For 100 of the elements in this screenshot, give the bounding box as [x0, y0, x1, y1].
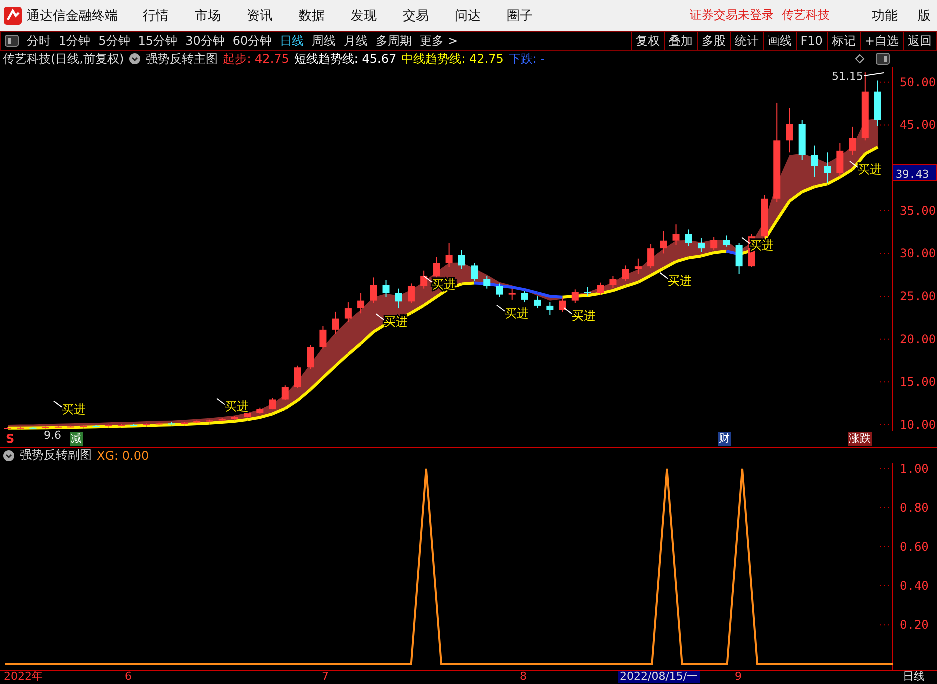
candlestick: [622, 265, 630, 282]
indicator-readout: : 0.00: [114, 448, 150, 462]
toolbar-button[interactable]: 标记: [826, 32, 860, 50]
candlestick: [634, 258, 642, 275]
candlestick: [584, 286, 592, 298]
candlestick: [546, 302, 554, 316]
indicator-readout: 下跌: -: [508, 50, 546, 68]
toolbar-button[interactable]: 返回: [903, 32, 936, 50]
date-axis-label: 8: [520, 671, 527, 683]
current-price-tag: 39.43: [892, 164, 937, 182]
period-tab[interactable]: 更多 >: [416, 32, 462, 50]
candlestick: [282, 385, 289, 401]
menu-item[interactable]: 版: [904, 6, 937, 24]
candlestick: [370, 277, 378, 304]
toolbar-button[interactable]: 统计: [730, 32, 763, 50]
app-title: 通达信金融终端: [27, 8, 118, 24]
toolbar-button[interactable]: 多股: [696, 32, 730, 50]
dropdown-icon[interactable]: [129, 53, 142, 65]
menu-item[interactable]: 圈子: [494, 6, 546, 24]
candlestick: [836, 142, 844, 178]
period-tab[interactable]: 1分钟: [55, 32, 95, 50]
menu-item[interactable]: 问达: [442, 6, 494, 24]
panel-toggle-icon[interactable]: [5, 35, 19, 47]
period-tab[interactable]: 分时: [23, 32, 55, 50]
candlestick: [294, 365, 302, 389]
candlestick: [610, 275, 617, 288]
candlestick: [648, 244, 655, 269]
buy-signal: 买进: [660, 272, 692, 288]
candlestick: [559, 298, 566, 312]
period-tab[interactable]: 60分钟: [228, 32, 276, 50]
period-tab[interactable]: 周线: [308, 32, 340, 50]
candlestick: [269, 398, 276, 410]
menu-item[interactable]: 资讯: [234, 6, 286, 24]
buy-signal: 买进: [564, 307, 596, 323]
candlestick: [849, 126, 856, 156]
candlestick: [685, 229, 692, 246]
date-axis-label: 6: [125, 671, 132, 683]
indicator-name[interactable]: 强势反转主图: [146, 50, 218, 68]
candlestick: [307, 344, 314, 370]
menu-item[interactable]: 行情: [130, 6, 182, 24]
toolbar-button[interactable]: 复权: [630, 32, 664, 50]
period-tab[interactable]: 多周期: [372, 32, 416, 50]
candlestick: [420, 270, 428, 290]
indicator-readout: 中线趋势线: 42.75: [402, 50, 504, 68]
period-tab[interactable]: 月线: [340, 32, 372, 50]
candlestick: [382, 280, 390, 298]
event-mark[interactable]: S: [6, 432, 15, 446]
event-mark[interactable]: 财: [718, 432, 731, 446]
candlestick: [698, 238, 705, 252]
toolbar-button[interactable]: +自选: [860, 32, 903, 50]
low-price-label: 9.6: [44, 429, 62, 443]
price-tick-label: 45.00: [900, 118, 936, 132]
candlestick: [597, 282, 604, 296]
chart-title: 传艺科技(日线,前复权): [3, 50, 124, 68]
period-tab[interactable]: 日线: [276, 32, 308, 50]
axis-tick-label: 0.20: [900, 618, 929, 632]
event-mark[interactable]: 涨跌: [848, 432, 872, 446]
menu-item[interactable]: 功能: [858, 6, 904, 24]
menu-item[interactable]: 交易: [390, 6, 442, 24]
toolbar-button[interactable]: F10: [796, 32, 827, 50]
price-tick-label: 15.00: [900, 375, 936, 390]
indicator-name[interactable]: 强势反转副图: [20, 447, 92, 464]
period-tab[interactable]: 5分钟: [94, 32, 134, 50]
date-axis-label: 9: [735, 671, 742, 683]
period-tab[interactable]: 15分钟: [134, 32, 182, 50]
event-mark[interactable]: 减: [70, 432, 83, 446]
candlestick: [395, 288, 402, 310]
candlestick: [534, 296, 542, 310]
cursor-date-label: 2022/08/15/一: [618, 671, 700, 683]
series-name: XG: [97, 448, 115, 462]
candlestick: [736, 242, 743, 275]
menu-item[interactable]: 发现: [338, 6, 390, 24]
price-tick-label: 35.00: [900, 204, 936, 218]
axis-tick-label: 0.60: [900, 540, 929, 554]
login-status[interactable]: 证券交易未登录: [690, 7, 774, 24]
price-tick-label: 25.00: [900, 290, 936, 304]
panel-toggle-icon[interactable]: [876, 53, 890, 65]
indicator-readout: 短线趋势线: 45.67: [294, 50, 397, 68]
axis-tick-label: 0.40: [900, 579, 929, 594]
candlestick: [484, 275, 491, 290]
buy-signal: 买进: [216, 398, 249, 414]
buy-signal: 买进: [54, 400, 86, 416]
stock-name: 传艺科技: [782, 7, 830, 24]
candlestick: [471, 262, 478, 282]
app-logo-icon: [4, 6, 22, 24]
dropdown-icon[interactable]: [3, 450, 15, 462]
buy-signal: 买进: [850, 161, 882, 176]
diamond-icon[interactable]: [855, 54, 865, 64]
candlestick: [508, 288, 516, 300]
axis-tick-label: 0.80: [900, 500, 929, 515]
price-tick-label: 10.00: [900, 418, 936, 431]
price-tick-label: 50.00: [900, 75, 936, 90]
period-tab[interactable]: 30分钟: [182, 32, 229, 50]
toolbar-button[interactable]: 画线: [762, 32, 796, 50]
candlestick: [358, 292, 365, 314]
candlestick: [710, 236, 718, 251]
candlestick: [811, 145, 818, 178]
menu-item[interactable]: 数据: [286, 6, 338, 24]
toolbar-button[interactable]: 叠加: [664, 32, 697, 50]
menu-item[interactable]: 市场: [182, 6, 234, 24]
